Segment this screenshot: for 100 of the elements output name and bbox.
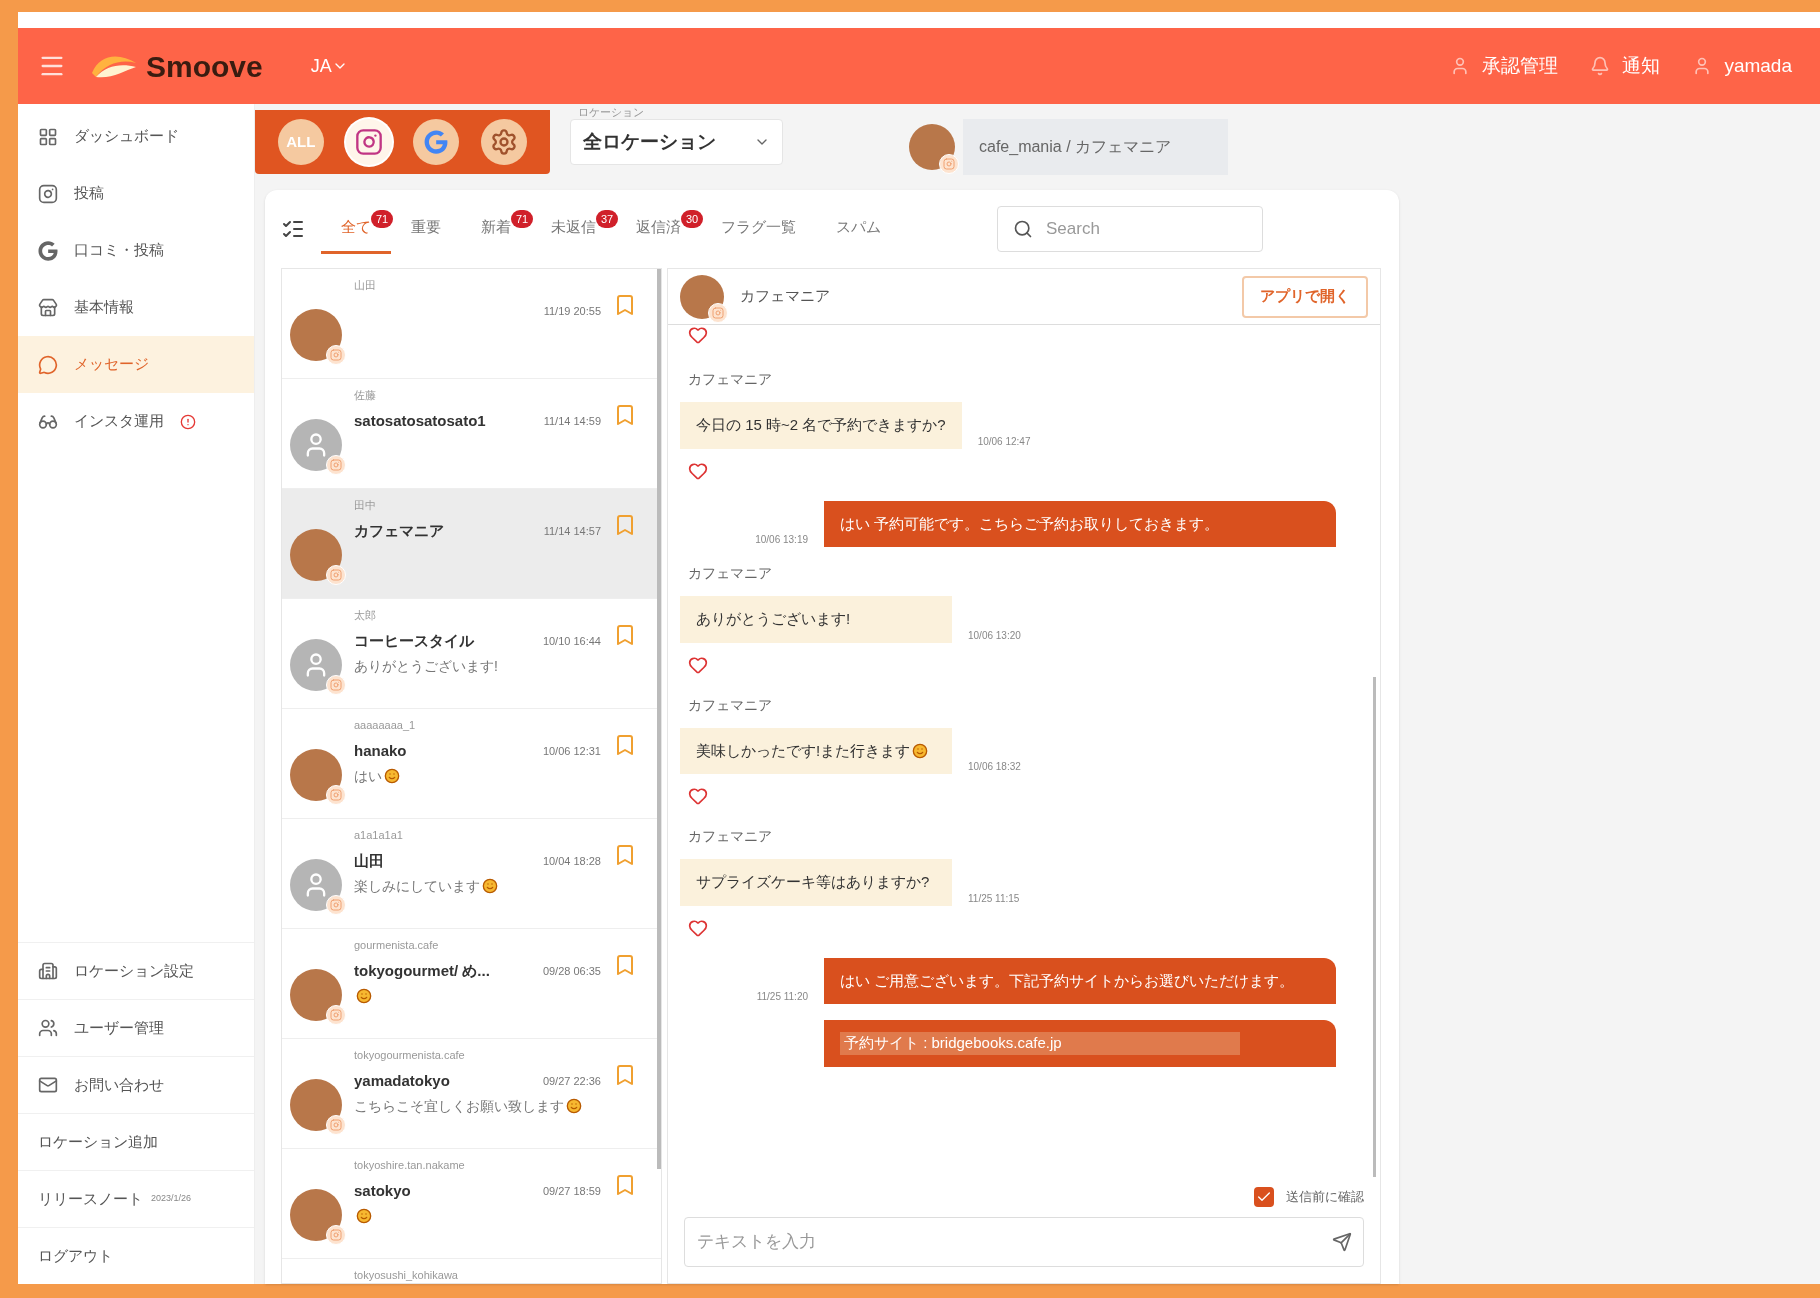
count-badge: 30 <box>681 210 703 228</box>
heart-icon[interactable] <box>688 654 708 675</box>
building-icon <box>38 961 58 981</box>
tab[interactable]: 新着 71 <box>461 204 531 254</box>
mail-icon <box>38 1075 58 1095</box>
settings-button[interactable] <box>481 119 528 165</box>
message-time: 10/06 13:19 <box>755 533 808 547</box>
sidebar-item[interactable]: ユーザー管理 <box>18 999 254 1056</box>
conversation-subname: 田中 <box>354 498 377 513</box>
conversation-subname: tokyogourmenista.cafe <box>354 1048 466 1063</box>
conversation-subname: 山田 <box>354 278 377 293</box>
search-icon <box>1013 219 1033 239</box>
conversation-subname: aaaaaaaa_1 <box>354 718 417 733</box>
google-filter-button[interactable] <box>413 119 460 165</box>
message-preview: こちらこそ宜しくお願い致します <box>354 1097 564 1114</box>
gear-icon <box>490 128 519 156</box>
conversation-subname: 太郎 <box>354 608 377 623</box>
conversation-time: 11/14 14:59 <box>543 414 601 430</box>
count-badge: 37 <box>596 210 618 228</box>
brand-name: Smoove <box>146 48 263 85</box>
chat-title: カフェマニア <box>740 286 830 307</box>
sender-name: カフェマニア <box>688 695 773 715</box>
conversation-time: 09/27 22:36 <box>542 1074 601 1090</box>
google-icon <box>424 130 449 154</box>
sidebar-item[interactable]: ダッシュボード <box>18 108 254 165</box>
send-icon[interactable] <box>1332 1232 1352 1252</box>
conversation-time: 11/19 20:55 <box>543 304 601 320</box>
sidebar-item[interactable]: 基本情報 <box>18 279 254 336</box>
heart-icon[interactable] <box>688 325 708 345</box>
sidebar-item[interactable]: お問い合わせ <box>18 1056 254 1113</box>
sidebar-item[interactable]: ロケーション追加 <box>18 1113 254 1170</box>
conversation-name: カフェマニア <box>354 521 444 542</box>
instagram-badge-icon <box>326 1005 346 1025</box>
message-preview: ありがとうございます! <box>354 657 498 674</box>
instagram-badge-icon <box>326 785 346 805</box>
conversation-time: 11/14 14:57 <box>543 524 601 540</box>
bell-icon <box>1590 56 1611 76</box>
sender-name: カフェマニア <box>688 564 773 583</box>
sent-message: はい ご用意ございます。下記予約サイトからお選びいただけます。 <box>824 957 1336 1004</box>
message-time: 10/06 18:32 <box>968 760 1021 774</box>
tab[interactable]: 未返信 37 <box>531 204 616 254</box>
message-time: 10/06 12:47 <box>977 434 1031 449</box>
scrollbar[interactable] <box>1373 677 1376 1177</box>
photo-placeholder <box>680 274 724 319</box>
instagram-filter-button[interactable] <box>345 119 392 165</box>
conversation-time: 10/06 12:31 <box>542 744 601 760</box>
tab[interactable]: 返信済 30 <box>616 204 701 254</box>
sidebar-item[interactable]: リリースノート 2023/1/26 <box>18 1170 254 1227</box>
conversation-subname: 佐藤 <box>354 388 377 403</box>
release-date: 2023/1/26 <box>151 1192 192 1206</box>
chat-icon <box>38 354 58 375</box>
sidebar-item[interactable]: 口コミ・投稿 <box>18 222 254 279</box>
photo-placeholder <box>909 124 955 170</box>
message-time: 10/06 13:20 <box>968 628 1021 643</box>
conversation-name: satosatosatosato1 <box>354 411 486 432</box>
message-input[interactable]: テキストを入力 <box>684 1217 1364 1267</box>
conversation-time: 10/04 18:28 <box>542 854 601 870</box>
received-message: ありがとうございます! <box>680 596 952 643</box>
conversation-name: hanako <box>354 741 407 762</box>
dashboard-icon <box>38 126 58 147</box>
conversation-name: コーヒースタイル <box>354 631 474 652</box>
instagram-badge-icon <box>326 455 346 475</box>
heart-icon[interactable] <box>688 917 708 938</box>
location-select[interactable]: 全ロケーション <box>570 119 783 165</box>
sidebar-item[interactable]: インスタ運用 <box>18 393 254 450</box>
message-preview: 楽しみにしています <box>354 877 480 894</box>
sender-name: カフェマニア <box>688 370 773 389</box>
tab[interactable]: 全て 71 <box>321 204 391 254</box>
received-message: 今日の 15 時~2 名で予約できますか? <box>680 402 962 449</box>
message-preview: はい <box>354 767 382 784</box>
store-icon <box>38 297 58 318</box>
checkbox[interactable] <box>1254 1187 1274 1207</box>
instagram-icon <box>38 183 58 204</box>
tab[interactable]: スパム <box>816 204 901 254</box>
instagram-icon <box>354 128 383 156</box>
conversation-subname: tokyoshire.tan.nakame <box>354 1158 466 1173</box>
conversation-name: tokyogourmet/ め... <box>354 961 490 982</box>
conversation-subname: gourmenista.cafe <box>354 938 440 953</box>
conversation-subname: tokyosushi_kohikawa <box>354 1268 459 1283</box>
google-icon <box>38 240 58 261</box>
heart-icon[interactable] <box>688 786 708 806</box>
received-message: 美味しかったです!また行きます <box>680 727 952 774</box>
scrollbar[interactable] <box>657 269 661 1169</box>
sidebar-item[interactable]: ロケーション設定 <box>18 942 254 999</box>
heart-icon[interactable] <box>688 460 708 481</box>
conversation-name: yamadatokyo <box>354 1071 450 1092</box>
sidebar-item[interactable]: ログアウト <box>18 1227 254 1284</box>
conversation-name: 山田 <box>354 851 384 872</box>
conversation-name: satokyo <box>354 1181 411 1202</box>
instagram-badge-icon <box>326 345 346 365</box>
instagram-badge-icon <box>326 1225 346 1245</box>
conversation-subname: a1a1a1a1 <box>354 828 404 843</box>
tab[interactable]: フラグ一覧 <box>701 204 816 254</box>
location-label: ロケーション <box>578 106 645 119</box>
message-time: 11/25 11:15 <box>968 891 1020 906</box>
count-badge: 71 <box>511 210 533 228</box>
search-field[interactable]: Search <box>997 206 1263 252</box>
instagram-badge-icon <box>326 895 346 915</box>
sidebar-item[interactable]: 投稿 <box>18 165 254 222</box>
tab[interactable]: 重要 <box>391 204 461 254</box>
